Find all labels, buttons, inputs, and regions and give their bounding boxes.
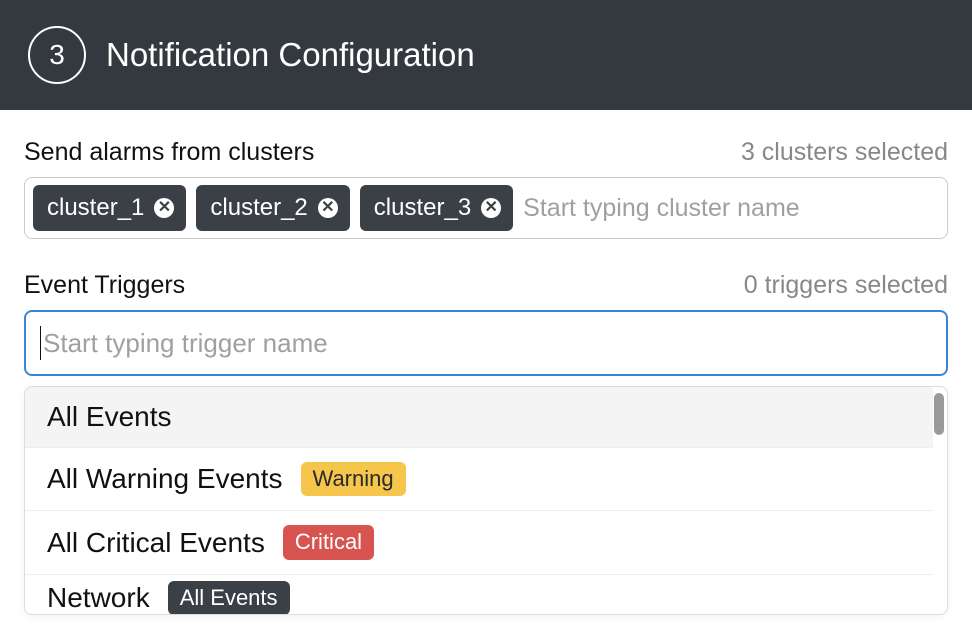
close-icon[interactable]: ✕ [318,198,338,218]
step-number: 3 [49,39,65,71]
content-area: Send alarms from clusters 3 clusters sel… [0,110,972,615]
cluster-input[interactable] [523,188,939,228]
dropdown-option-network[interactable]: Network All Events [25,574,933,614]
text-caret [40,326,41,360]
header: 3 Notification Configuration [0,0,972,110]
dropdown-option-label: All Critical Events [47,527,265,559]
triggers-section: Event Triggers 0 triggers selected All E… [24,271,948,615]
dropdown-option-all-events[interactable]: All Events [25,387,933,447]
triggers-field-row: Event Triggers 0 triggers selected [24,271,948,300]
dropdown-option-label: Network [47,582,150,614]
clusters-status: 3 clusters selected [741,138,948,167]
dropdown-option-all-critical-events[interactable]: All Critical Events Critical [25,510,933,573]
triggers-dropdown: All Events All Warning Events Warning Al… [24,386,948,615]
triggers-status: 0 triggers selected [744,271,948,300]
clusters-field-row: Send alarms from clusters 3 clusters sel… [24,138,948,167]
clusters-tagbox[interactable]: cluster_1 ✕ cluster_2 ✕ cluster_3 ✕ [24,177,948,239]
cluster-chip[interactable]: cluster_2 ✕ [196,185,349,231]
triggers-inputbox[interactable] [24,310,948,376]
triggers-label: Event Triggers [24,271,185,300]
cluster-chip-label: cluster_3 [374,194,471,222]
dropdown-option-label: All Warning Events [47,463,283,495]
scrollbar-thumb[interactable] [934,393,944,435]
cluster-chip[interactable]: cluster_3 ✕ [360,185,513,231]
dropdown-option-label: All Events [47,401,172,433]
severity-badge-warning: Warning [301,462,406,496]
close-icon[interactable]: ✕ [481,198,501,218]
cluster-chip-label: cluster_2 [210,194,307,222]
close-icon[interactable]: ✕ [154,198,174,218]
clusters-label: Send alarms from clusters [24,138,314,167]
severity-badge-all-events: All Events [168,581,290,614]
page-title: Notification Configuration [106,36,475,74]
dropdown-scrollbar[interactable] [933,387,947,614]
triggers-input[interactable] [43,328,932,359]
dropdown-list: All Events All Warning Events Warning Al… [25,387,933,614]
step-number-circle: 3 [28,26,86,84]
severity-badge-critical: Critical [283,525,374,559]
cluster-chip-label: cluster_1 [47,194,144,222]
dropdown-option-all-warning-events[interactable]: All Warning Events Warning [25,447,933,510]
cluster-chip[interactable]: cluster_1 ✕ [33,185,186,231]
